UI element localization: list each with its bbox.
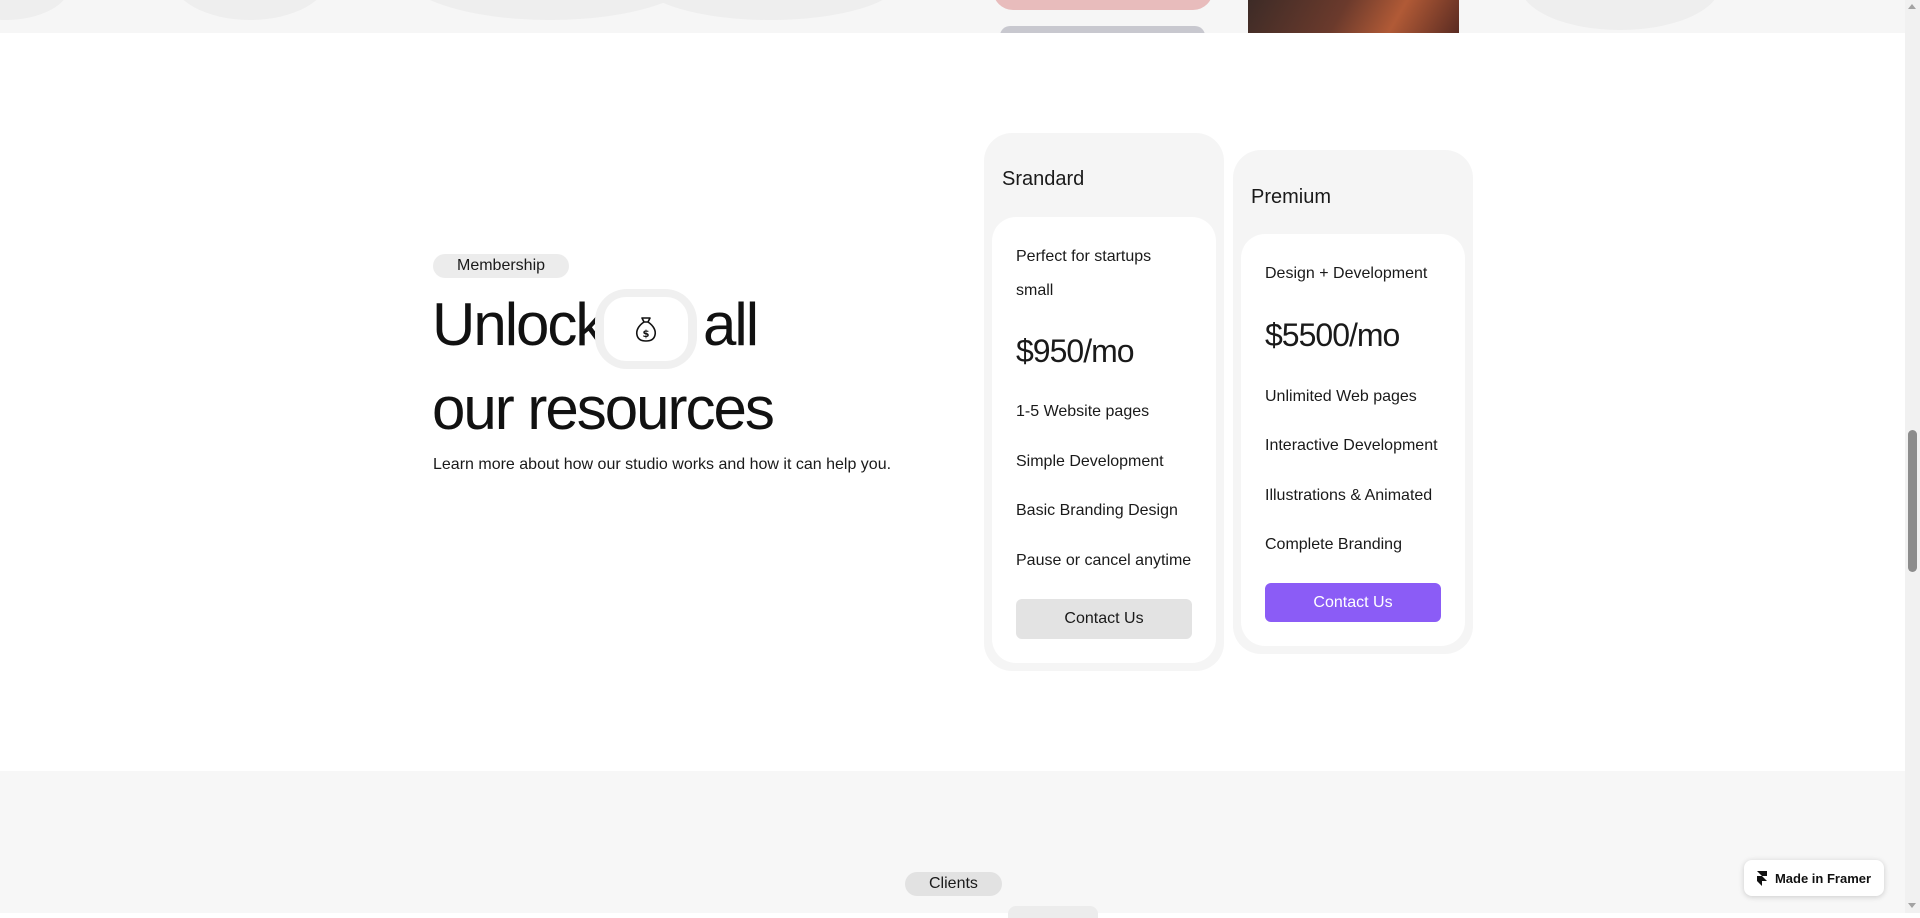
svg-text:$: $ bbox=[643, 329, 650, 340]
headline-unlock: Unlock bbox=[432, 291, 605, 358]
contact-us-button-premium[interactable]: Contact Us bbox=[1265, 583, 1441, 622]
made-in-framer-badge[interactable]: Made in Framer bbox=[1744, 860, 1884, 896]
plan-feature: Interactive Development bbox=[1265, 437, 1438, 454]
scrollbar-thumb[interactable] bbox=[1908, 430, 1917, 572]
plan-description: Design + Development bbox=[1265, 265, 1428, 282]
membership-badge: Membership bbox=[433, 254, 570, 278]
membership-section bbox=[0, 33, 1905, 771]
project-thumbnail[interactable] bbox=[1248, 0, 1459, 33]
made-in-framer-label: Made in Framer bbox=[1774, 870, 1872, 886]
plan-feature: Simple Development bbox=[1016, 453, 1164, 470]
plan-feature: 1-5 Website pages bbox=[1016, 403, 1150, 420]
plan-feature: Complete Branding bbox=[1265, 536, 1402, 553]
decorative-blob bbox=[0, 0, 70, 20]
project-thumbnail[interactable] bbox=[1000, 26, 1205, 33]
decorative-blob bbox=[640, 0, 900, 20]
plan-name: Premium bbox=[1251, 186, 1332, 208]
plan-price: $950/mo bbox=[1016, 333, 1135, 369]
framer-logo-icon bbox=[1756, 870, 1767, 886]
project-thumbnail[interactable] bbox=[993, 0, 1213, 10]
plan-feature: Basic Branding Design bbox=[1016, 502, 1178, 519]
decorative-blob bbox=[170, 0, 330, 20]
plan-price: $5500/mo bbox=[1265, 317, 1400, 353]
plan-description: Perfect for startups small bbox=[1016, 248, 1152, 299]
plan-feature: Illustrations & Animated bbox=[1265, 487, 1433, 504]
decorative-blob bbox=[1520, 0, 1720, 30]
scroll-up-arrow[interactable] bbox=[1908, 4, 1916, 9]
client-logo-peek bbox=[1008, 906, 1098, 918]
plan-name: Srandard bbox=[1002, 168, 1085, 190]
previous-section-strip bbox=[0, 0, 1905, 33]
decorative-blob bbox=[400, 0, 700, 20]
contact-us-button-standard[interactable]: Contact Us bbox=[1016, 599, 1192, 639]
money-bag-icon: $ bbox=[604, 297, 688, 361]
headline-all: all bbox=[703, 291, 759, 358]
clients-badge: Clients bbox=[905, 872, 1002, 896]
plan-feature: Unlimited Web pages bbox=[1265, 388, 1417, 405]
plan-feature: Pause or cancel anytime bbox=[1016, 552, 1192, 569]
membership-subtitle: Learn more about how our studio works an… bbox=[433, 456, 892, 473]
headline-line2: our resources bbox=[432, 375, 775, 442]
scroll-down-arrow[interactable] bbox=[1908, 903, 1916, 908]
